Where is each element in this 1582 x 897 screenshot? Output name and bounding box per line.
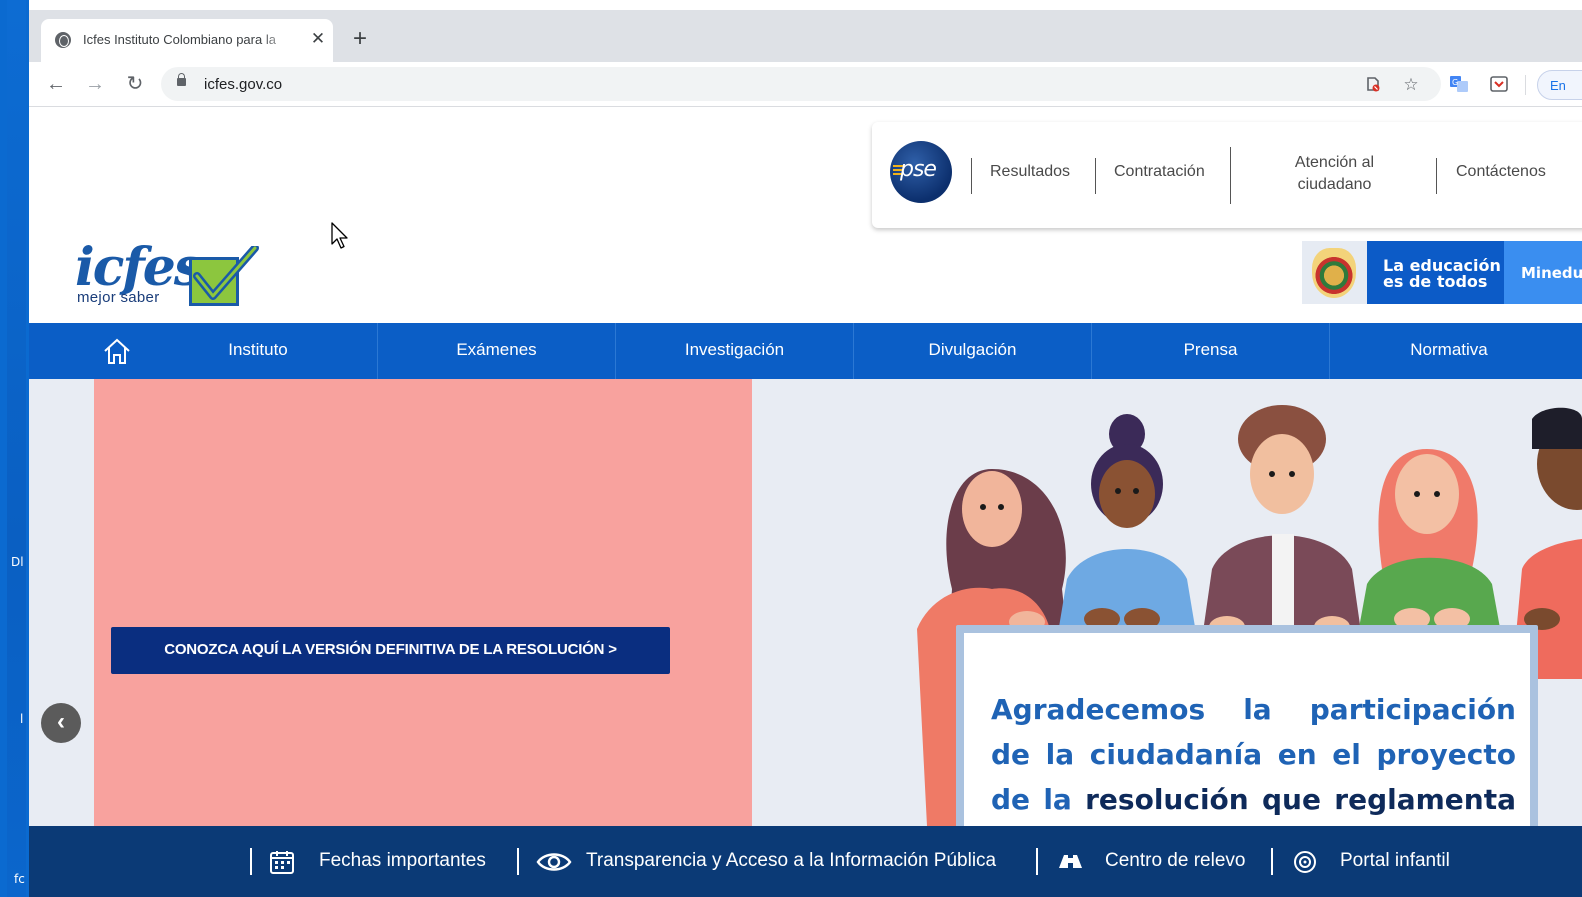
mouse-cursor-icon [331,222,348,249]
board-line: de la resolución que reglamenta [991,777,1516,822]
tab-title: Icfes Instituto Colombiano para la [83,32,276,47]
government-banner[interactable]: La educación es de todos Mineducación [1302,241,1582,304]
binoculars-icon[interactable] [1056,850,1086,874]
translate-extension-icon[interactable]: G [1449,74,1469,94]
quick-links-bar: Fechas importantes Transparencia y Acces… [29,826,1582,897]
profile-button[interactable]: En [1537,70,1582,100]
top-menu-resultados[interactable]: Resultados [990,163,1070,181]
desktop-top-edge [0,0,1582,10]
child-icon[interactable] [1293,850,1319,874]
svg-text:G: G [1452,78,1458,87]
carousel-prev-icon[interactable]: ‹ [41,703,81,743]
bar-divider [1271,848,1273,875]
eye-icon[interactable] [536,850,572,874]
desktop-side-label: l [20,712,24,726]
address-bar[interactable]: icfes.gov.co ☆ [161,67,1441,101]
board-line-part: resolución que reglamenta [1085,783,1516,816]
slogan-line-2: es de todos [1383,272,1488,291]
bar-divider [517,848,519,875]
board-message: Agradecemos la participación de la ciuda… [991,687,1516,822]
nav-instituto[interactable]: Instituto [139,323,378,379]
top-utility-menu: pse Resultados Contratación Atención al … [872,122,1582,228]
browser-tab[interactable]: Icfes Instituto Colombiano para la ✕ [41,19,333,62]
bookmark-star-icon[interactable]: ☆ [1401,75,1421,95]
hero-pink-panel [94,379,752,826]
pse-payment-logo[interactable]: pse [890,141,952,203]
blocked-cookie-icon[interactable] [1363,75,1383,95]
new-tab-button[interactable]: + [349,26,371,52]
home-icon[interactable] [101,335,133,367]
calendar-icon[interactable] [269,850,295,874]
top-menu-atencion-ciudadano[interactable]: Atención al ciudadano [1272,152,1397,196]
tab-close-icon[interactable]: ✕ [308,28,328,50]
desktop-taskbar-strip [7,0,26,897]
menu-divider [1436,158,1437,194]
link-fechas-importantes[interactable]: Fechas importantes [319,850,486,872]
main-navigation: Instituto Exámenes Investigación Divulga… [29,323,1582,379]
top-menu-contratacion[interactable]: Contratación [1114,163,1205,181]
nav-normativa[interactable]: Normativa [1330,323,1568,379]
pse-label: pse [900,157,937,182]
board-line: Agradecemos la participación [991,693,1516,726]
ministry-label: Mineducación [1504,241,1582,304]
menu-divider [1230,147,1231,204]
nav-investigacion[interactable]: Investigación [616,323,854,379]
link-portal-infantil[interactable]: Portal infantil [1340,850,1450,872]
forward-arrow-icon[interactable]: → [82,70,108,98]
desktop-side-label: fc [14,872,25,886]
menu-divider [1095,158,1096,194]
education-slogan: La educación es de todos [1367,241,1504,304]
nav-divulgacion[interactable]: Divulgación [854,323,1092,379]
globe-icon [55,32,71,48]
board-line-part: de la [991,783,1072,816]
pocket-extension-icon[interactable] [1489,74,1509,94]
desktop-left-edge: Dl l fc [0,0,29,897]
colombia-seal [1302,241,1367,304]
coat-of-arms-icon [1312,248,1356,298]
icfes-logo[interactable]: icfes mejor saber [73,238,263,313]
bar-divider [250,848,252,875]
board-line: de la ciudadanía en el proyecto [991,738,1516,771]
top-menu-contactenos[interactable]: Contáctenos [1456,163,1546,181]
back-arrow-icon[interactable]: ← [43,70,69,98]
desktop-side-label: Dl [11,555,24,569]
reload-icon[interactable]: ↻ [122,70,148,98]
nav-examenes[interactable]: Exámenes [378,323,616,379]
browser-toolbar: ← → ↻ icfes.gov.co ☆ G En [29,62,1582,107]
logo-tagline: mejor saber [77,289,160,306]
toolbar-divider [1525,75,1526,95]
nav-prensa[interactable]: Prensa [1092,323,1330,379]
link-centro-relevo[interactable]: Centro de relevo [1105,850,1245,872]
link-transparencia[interactable]: Transparencia y Acceso a la Información … [586,850,996,872]
web-page: pse Resultados Contratación Atención al … [29,108,1582,897]
hero-carousel: CONOZCA AQUÍ LA VERSIÓN DEFINITIVA DE LA… [29,379,1582,826]
browser-tab-strip: Icfes Instituto Colombiano para la ✕ + [29,10,1582,62]
bar-divider [1036,848,1038,875]
resolution-cta-button[interactable]: CONOZCA AQUÍ LA VERSIÓN DEFINITIVA DE LA… [111,627,670,674]
lock-icon[interactable] [177,73,186,86]
menu-divider [971,158,972,194]
check-box-icon [189,246,259,306]
address-url[interactable]: icfes.gov.co [204,76,282,93]
